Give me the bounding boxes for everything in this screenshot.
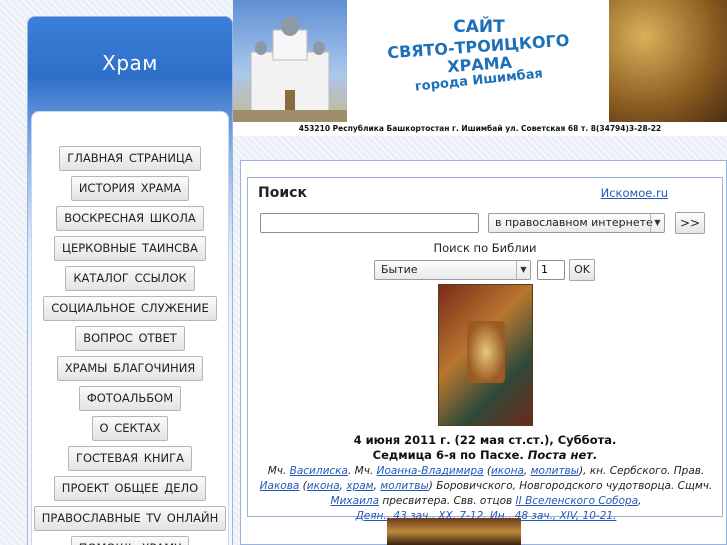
bible-search-label: Поиск по Библии [433,241,537,255]
chevron-down-icon: ▼ [516,261,530,279]
search-scope-value: в православном интернете [495,216,653,229]
bible-book-value: Бытие [381,263,418,276]
menu-item-photo-album[interactable]: Фотоальбом [78,386,182,411]
search-panel: Поиск Искомое.ru в православном интернет… [247,177,723,522]
saints-text: Мч. [267,465,290,477]
prayers-link[interactable]: молитвы [531,465,579,477]
menu-item-sacraments[interactable]: Церковные таинсва [54,236,206,261]
menu-item-sects[interactable]: О сектах [91,416,169,441]
calendar-week: Седмица 6-я по Пасхе. Поста нет. [248,448,722,462]
calendar-fast: Поста нет. [527,448,598,462]
main-content: Поиск Искомое.ru в православном интернет… [240,160,727,545]
icon-link[interactable]: икона [491,465,524,477]
icon-center-figure [467,321,505,383]
address: 453210 Республика Башкортостан г. Ишимба… [298,124,662,133]
church-image-icon [233,16,347,122]
bible-chapter-input[interactable]: 1 [537,260,565,280]
saints-text: пресвитера. Свв. отцов [379,495,516,507]
menu-item-qa[interactable]: Вопрос ответ [75,326,185,351]
menu-item-orthodox-tv[interactable]: Православные TV онлайн [33,506,227,531]
prayers-link[interactable]: молитвы [380,480,428,492]
bible-book-select[interactable]: Бытие ▼ [374,260,531,280]
church-photo [233,0,347,122]
main-menu: Главная страница История храма Воскресна… [32,146,228,545]
menu-item-links-catalog[interactable]: Каталог ссылок [65,266,195,291]
menu-panel: Главная страница История храма Воскресна… [31,111,229,545]
saints-text: , [638,495,642,507]
icon-link[interactable]: икона [307,480,340,492]
chevron-down-icon: ▼ [650,214,664,232]
saints-text: ( [299,480,307,492]
saints-text: ( [483,465,491,477]
site-title: САЙТ СВЯТО-ТРОИЦКОГО ХРАМА города Ишимба… [355,17,603,95]
saints-text: ), кн. Сербского. Прав. [579,465,705,477]
bottom-photo [387,518,521,545]
menu-item-history[interactable]: История храма [70,176,190,201]
sidebar-title: Храм [102,51,158,75]
saints-text: ) Боровичского, Новгородского чудотворца… [428,480,713,492]
menu-item-social-service[interactable]: Социальное служение [43,296,217,321]
trinity-icon [609,0,727,122]
menu-item-guestbook[interactable]: Гостевая книга [67,446,193,471]
menu-item-home[interactable]: Главная страница [59,146,201,171]
search-input[interactable] [260,213,479,233]
saints-text: , [523,465,531,477]
search-scope-select[interactable]: в православном интернете ▼ [488,213,665,233]
calendar-week-text: Седмица 6-я по Пасхе. [372,448,524,462]
menu-item-sunday-school[interactable]: Воскресная школа [56,206,204,231]
menu-item-common-cause[interactable]: Проект общее дело [53,476,207,501]
church-link[interactable]: храм [346,480,373,492]
calendar-date: 4 июня 2011 г. (22 мая ст.ст.), Суббота. [353,433,617,447]
menu-item-deanery-churches[interactable]: Храмы благочиния [56,356,204,381]
sidebar: Храм Главная страница История храма Воск… [27,16,233,545]
bible-ok-button[interactable]: OK [569,259,595,281]
menu-item-help-church[interactable]: Помощь храму [70,536,190,545]
header-banner: САЙТ СВЯТО-ТРОИЦКОГО ХРАМА города Ишимба… [233,0,727,136]
saint-link[interactable]: Михаила [331,495,380,507]
council-link[interactable]: II Вселенского Собора [516,495,639,507]
saint-link[interactable]: Василиска [290,465,348,477]
iskomoe-link[interactable]: Искомое.ru [601,186,668,200]
saint-link[interactable]: Иакова [260,480,300,492]
saints-text: . Мч. [347,465,377,477]
saint-link[interactable]: Иоанна-Владимира [377,465,484,477]
search-title: Поиск [258,185,307,201]
feast-icon[interactable] [438,284,533,426]
search-go-button[interactable]: >> [675,212,705,234]
calendar-saints: Мч. Василиска. Мч. Иоанна-Владимира (ико… [254,464,718,524]
